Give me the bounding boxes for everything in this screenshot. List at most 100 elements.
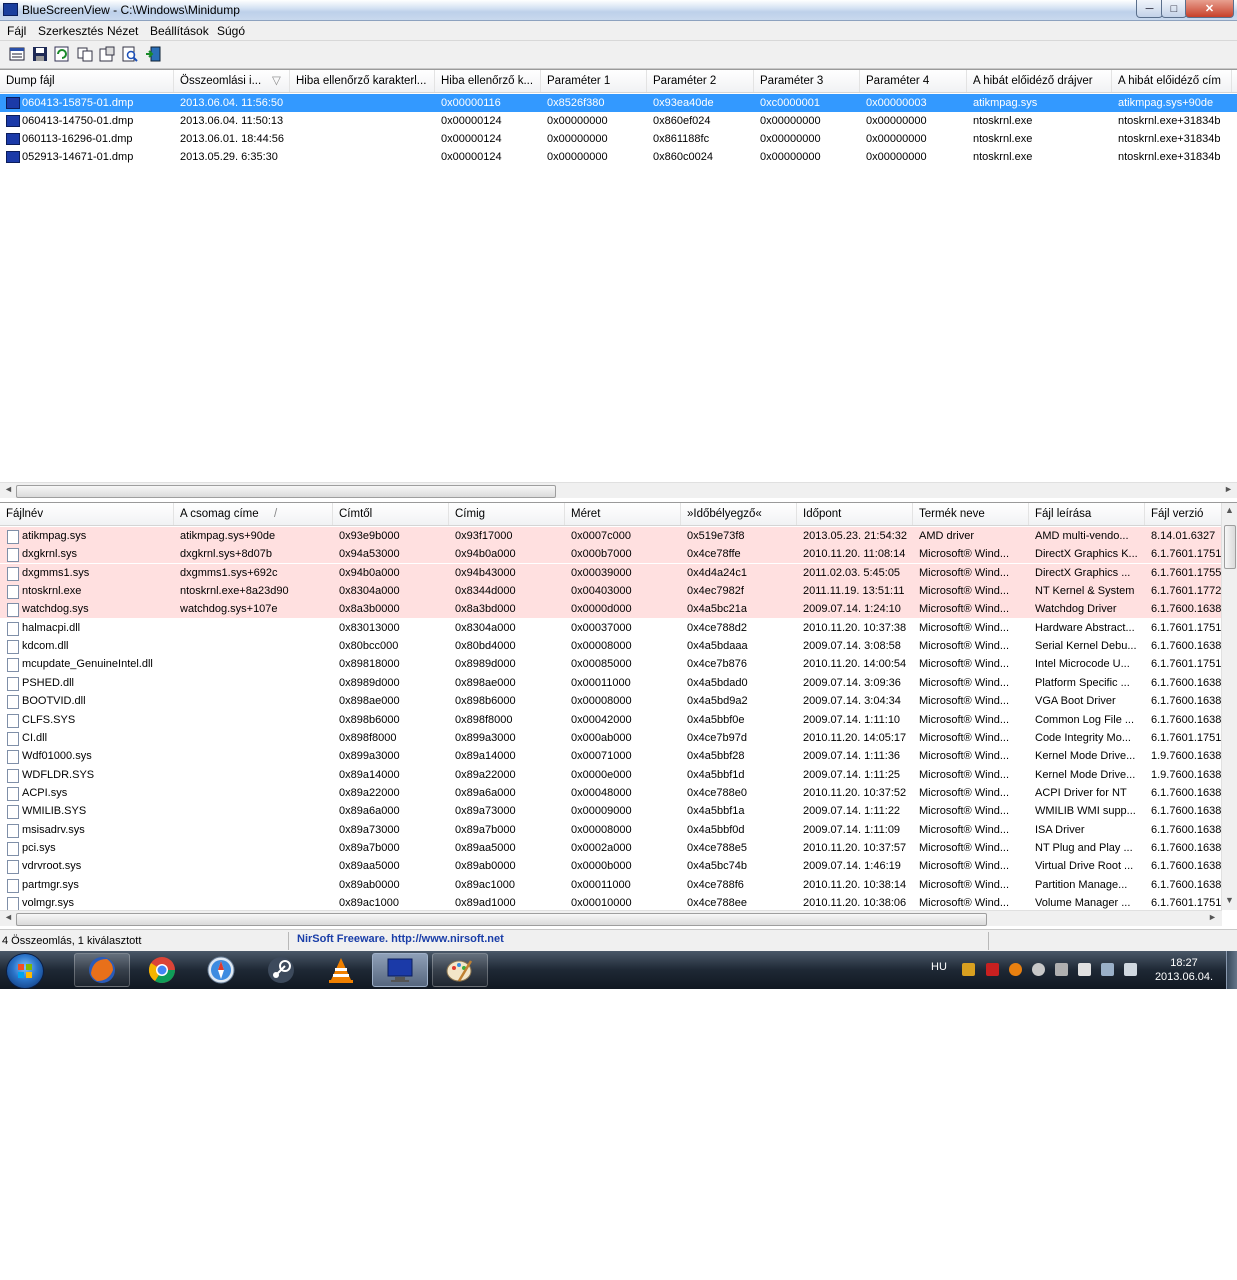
exit-icon[interactable]: [145, 46, 161, 62]
tray-status-icon[interactable]: [1032, 963, 1045, 976]
scroll-thumb[interactable]: [1224, 525, 1236, 569]
minimize-button[interactable]: ─: [1136, 0, 1163, 18]
column-header[interactable]: Fájl verzió: [1145, 503, 1222, 525]
driver-row[interactable]: CLFS.SYS 0x898b6000 0x898f8000 0x00042000 0x…: [0, 711, 1222, 729]
menu-edit[interactable]: Szerkesztés: [38, 24, 103, 38]
scroll-left-icon[interactable]: ◄: [4, 912, 13, 922]
start-button[interactable]: [6, 953, 44, 989]
firefox-icon[interactable]: [74, 953, 130, 987]
options-icon[interactable]: [99, 46, 115, 62]
tray-update-icon[interactable]: [1009, 963, 1022, 976]
dump-row[interactable]: 060413-14750-01.dmp 2013.06.04. 11:50:13 0…: [0, 112, 1237, 130]
table-cell: ntoskrnl.exe+31834b: [1118, 133, 1221, 145]
column-header[interactable]: Paraméter 2: [647, 70, 754, 92]
driver-row[interactable]: dxgkrnl.sys dxgkrnl.sys+8d07b 0x94a53000 0x…: [0, 545, 1222, 564]
clock-time: 18:27: [1170, 957, 1198, 969]
driver-row[interactable]: dxgmms1.sys dxgmms1.sys+692c 0x94b0a000 0x9…: [0, 563, 1222, 582]
copy-icon[interactable]: [77, 46, 93, 62]
tray-app-icon[interactable]: [962, 963, 975, 976]
column-header[interactable]: A hibát előidéző cím: [1112, 70, 1232, 92]
driver-row[interactable]: msisadrv.sys 0x89a73000 0x89a7b000 0x000080…: [0, 821, 1222, 839]
safely-remove-icon[interactable]: [1055, 963, 1068, 976]
scroll-thumb[interactable]: [16, 485, 556, 498]
driver-row[interactable]: kdcom.dll 0x80bcc000 0x80bd4000 0x00008000 0…: [0, 637, 1222, 655]
scroll-up-icon[interactable]: ▲: [1225, 505, 1234, 515]
driver-row[interactable]: atikmpag.sys atikmpag.sys+90de 0x93e9b000 0…: [0, 527, 1222, 545]
dump-list-hscrollbar[interactable]: ◄ ►: [0, 482, 1237, 498]
save-icon[interactable]: [32, 46, 48, 62]
driver-row[interactable]: mcupdate_GenuineIntel.dll 0x89818000 0x898…: [0, 655, 1222, 673]
column-header[interactable]: Fájl leírása: [1029, 503, 1145, 525]
show-desktop-button[interactable]: [1226, 951, 1237, 989]
paint-icon[interactable]: [432, 953, 488, 987]
table-cell: 0x898b6000: [339, 713, 400, 726]
table-cell: ntoskrnl.exe: [22, 585, 82, 598]
table-cell: 0x00011000: [571, 676, 631, 689]
column-header[interactable]: A hibát előidéző drájver: [967, 70, 1112, 92]
column-header[interactable]: Paraméter 3: [754, 70, 860, 92]
column-header[interactable]: Címtől: [333, 503, 449, 525]
menu-options[interactable]: Beállítások: [150, 24, 209, 38]
column-header[interactable]: Paraméter 4: [860, 70, 967, 92]
menu-file[interactable]: Fájl: [7, 24, 26, 38]
tray-clock[interactable]: 18:27 2013.06.04.: [1150, 956, 1218, 984]
driver-row[interactable]: PSHED.dll 0x8989d000 0x898ae000 0x00011000 0…: [0, 674, 1222, 692]
driver-row[interactable]: watchdog.sys watchdog.sys+107e 0x8a3b0000 0…: [0, 600, 1222, 619]
nirsoft-link[interactable]: NirSoft Freeware. http://www.nirsoft.net: [297, 933, 504, 945]
find-icon[interactable]: [122, 46, 138, 62]
menu-help[interactable]: Súgó: [217, 24, 245, 38]
chrome-icon[interactable]: [134, 953, 190, 987]
driver-row[interactable]: ntoskrnl.exe ntoskrnl.exe+8a23d90 0x8304a0…: [0, 582, 1222, 601]
maximize-button[interactable]: □: [1161, 0, 1187, 18]
driver-row[interactable]: BOOTVID.dll 0x898ae000 0x898b6000 0x0000800…: [0, 692, 1222, 710]
scroll-right-icon[interactable]: ►: [1208, 912, 1217, 922]
table-cell: 0x899a3000: [339, 750, 400, 763]
driver-row[interactable]: CI.dll 0x898f8000 0x899a3000 0x000ab000 0x4c…: [0, 729, 1222, 747]
bluescreenview-icon[interactable]: [372, 953, 428, 987]
network-icon[interactable]: [1101, 963, 1114, 976]
dump-row[interactable]: 060413-15875-01.dmp 2013.06.04. 11:56:50 0…: [0, 94, 1237, 112]
column-header[interactable]: Dump fájl: [0, 70, 174, 92]
column-header[interactable]: Címig: [449, 503, 565, 525]
refresh-icon[interactable]: [54, 46, 70, 62]
column-header[interactable]: Időpont: [797, 503, 913, 525]
dump-row[interactable]: 052913-14671-01.dmp 2013.05.29. 6:35:30 0x…: [0, 148, 1237, 166]
column-header[interactable]: Összeomlási i... ▽: [174, 70, 290, 92]
column-header[interactable]: A csomag címe /: [174, 503, 333, 525]
driver-row[interactable]: halmacpi.dll 0x83013000 0x8304a000 0x000370…: [0, 619, 1222, 637]
table-cell: CLFS.SYS: [22, 713, 76, 726]
pdf-reader-icon[interactable]: [986, 963, 999, 976]
properties-icon[interactable]: [9, 46, 25, 62]
menu-view[interactable]: Nézet: [107, 24, 138, 38]
language-indicator[interactable]: HU: [931, 961, 947, 973]
driver-list-hscrollbar[interactable]: ◄ ►: [0, 910, 1222, 926]
driver-row[interactable]: Wdf01000.sys 0x899a3000 0x89a14000 0x000710…: [0, 747, 1222, 765]
driver-row[interactable]: WDFLDR.SYS 0x89a14000 0x89a22000 0x0000e000…: [0, 766, 1222, 784]
scroll-down-icon[interactable]: ▼: [1225, 895, 1234, 905]
driver-row[interactable]: ACPI.sys 0x89a22000 0x89a6a000 0x00048000 0x…: [0, 784, 1222, 802]
column-header[interactable]: Fájlnév: [0, 503, 174, 525]
scroll-left-icon[interactable]: ◄: [4, 484, 13, 494]
column-header[interactable]: Termék neve: [913, 503, 1029, 525]
driver-row[interactable]: pci.sys 0x89a7b000 0x89aa5000 0x0002a000 0x4…: [0, 839, 1222, 857]
column-header[interactable]: »Időbélyegző«: [681, 503, 797, 525]
table-cell: Microsoft® Wind...: [919, 750, 1010, 763]
dump-row[interactable]: 060113-16296-01.dmp 2013.06.01. 18:44:56 0…: [0, 130, 1237, 148]
column-header[interactable]: Méret: [565, 503, 681, 525]
column-header[interactable]: Hiba ellenőrző k...: [435, 70, 541, 92]
close-button[interactable]: ✕: [1185, 0, 1234, 18]
action-center-icon[interactable]: [1078, 963, 1091, 976]
column-header[interactable]: Hiba ellenőrző karakterl...: [290, 70, 435, 92]
driver-list-vscrollbar[interactable]: ▲ ▼: [1221, 503, 1237, 910]
column-header[interactable]: Paraméter 1: [541, 70, 647, 92]
table-cell: 6.1.7600.1638: [1151, 786, 1222, 799]
vlc-icon[interactable]: [313, 953, 369, 987]
scroll-thumb[interactable]: [16, 913, 987, 926]
driver-row[interactable]: vdrvroot.sys 0x89aa5000 0x89ab0000 0x0000b0…: [0, 857, 1222, 875]
steam-icon[interactable]: [253, 953, 309, 987]
driver-row[interactable]: partmgr.sys 0x89ab0000 0x89ac1000 0x0001100…: [0, 876, 1222, 894]
volume-icon[interactable]: [1124, 963, 1137, 976]
scroll-right-icon[interactable]: ►: [1224, 484, 1233, 494]
safari-icon[interactable]: [193, 953, 249, 987]
driver-row[interactable]: WMILIB.SYS 0x89a6a000 0x89a73000 0x00009000…: [0, 802, 1222, 820]
